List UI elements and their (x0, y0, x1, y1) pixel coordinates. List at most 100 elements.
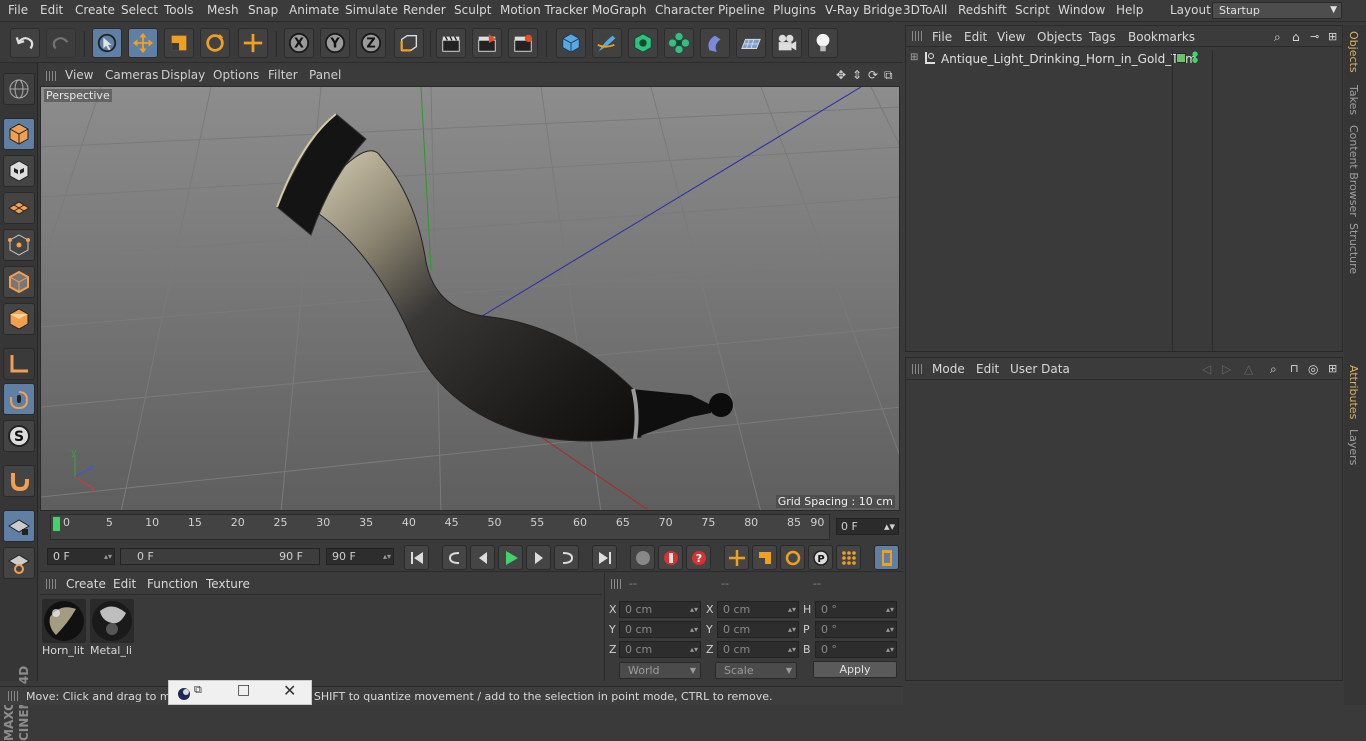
attribute-menu-mode[interactable]: Mode (932, 362, 965, 376)
layer-color-swatch[interactable] (1176, 53, 1186, 63)
tab-objects[interactable]: Objects (1347, 31, 1360, 73)
menu-tools[interactable]: Tools (164, 3, 194, 17)
viewport-camera-label[interactable]: Perspective (44, 89, 112, 102)
live-selection-button[interactable] (92, 28, 122, 58)
model-mode-button[interactable] (3, 118, 35, 150)
object-menu-tags[interactable]: Tags (1089, 30, 1116, 44)
coordinate-system-button[interactable] (394, 28, 424, 58)
go-to-start-button[interactable] (404, 545, 429, 570)
make-editable-button[interactable] (3, 73, 35, 105)
material-menu-texture[interactable]: Texture (206, 577, 250, 591)
back-arrow-icon[interactable]: ◁ (1202, 362, 1211, 376)
size-y-field[interactable]: 0 cm ▴▾ (717, 621, 799, 638)
position-y-field[interactable]: 0 cm ▴▾ (619, 621, 701, 638)
expand-icon[interactable]: ⊞ (910, 52, 918, 63)
key-rotation-button[interactable] (780, 545, 805, 570)
up-arrow-icon[interactable]: △ (1244, 362, 1253, 376)
close-icon[interactable]: ✕ (283, 681, 296, 700)
light-button[interactable] (808, 28, 838, 58)
viewport-3d[interactable]: y z x Perspective Grid Spacing : 10 cm (40, 86, 900, 511)
menu-simulate[interactable]: Simulate (345, 3, 398, 17)
workplane-lock-button[interactable] (3, 510, 35, 542)
material-menu-edit[interactable]: Edit (113, 577, 136, 591)
workplane-button[interactable] (3, 192, 35, 224)
previous-frame-button[interactable] (470, 545, 495, 570)
size-x-field[interactable]: 0 cm ▴▾ (717, 601, 799, 618)
rotation-b-field[interactable]: 0 ° ▴▾ (815, 641, 897, 658)
menu-animate[interactable]: Animate (289, 3, 339, 17)
z-axis-button[interactable]: Z (356, 28, 386, 58)
size-mode-dropdown[interactable]: Scale ▼ (715, 662, 797, 679)
y-axis-button[interactable]: Y (320, 28, 350, 58)
points-mode-button[interactable] (3, 229, 35, 261)
pen-button[interactable] (592, 28, 622, 58)
viewport-menu-filter[interactable]: Filter (268, 68, 298, 82)
new-window-icon[interactable]: ⊞ (1328, 30, 1337, 43)
cloner-button[interactable] (664, 28, 694, 58)
edges-mode-button[interactable] (3, 266, 35, 298)
render-settings-button[interactable] (508, 28, 538, 58)
viewport-zoom-icon[interactable]: ⇕ (852, 68, 862, 82)
end-frame-field[interactable]: 90 F ▴▾ (326, 548, 394, 565)
next-key-button[interactable] (554, 545, 579, 570)
menu-redshift[interactable]: Redshift (958, 3, 1007, 17)
position-z-field[interactable]: 0 cm ▴▾ (619, 641, 701, 658)
menu-select[interactable]: Select (121, 3, 158, 17)
viewport-maximize-icon[interactable]: ⧉ (884, 68, 893, 83)
motion-record-button[interactable] (630, 545, 655, 570)
timeline-ruler[interactable]: 0 5 10 15 20 25 30 35 40 45 50 55 60 65 … (50, 514, 830, 540)
restore-icon[interactable]: ⧉ (194, 683, 202, 697)
material-item[interactable]: Metal_li (90, 599, 134, 657)
polygons-mode-button[interactable] (3, 303, 35, 335)
lock-icon[interactable]: ⊓ (1290, 362, 1299, 375)
autokey-button[interactable]: ? (686, 545, 711, 570)
key-pla-button[interactable] (836, 545, 861, 570)
menu-plugins[interactable]: Plugins (773, 3, 816, 17)
size-z-field[interactable]: 0 cm ▴▾ (717, 641, 799, 658)
viewport-menu-display[interactable]: Display (161, 68, 205, 82)
menu-sculpt[interactable]: Sculpt (454, 3, 491, 17)
recent-tools-button[interactable] (238, 28, 268, 58)
viewport-menu-panel[interactable]: Panel (309, 68, 341, 82)
attribute-menu-edit[interactable]: Edit (976, 362, 999, 376)
render-to-picture-viewer-button[interactable] (472, 28, 502, 58)
record-button[interactable] (658, 545, 683, 570)
redo-button[interactable] (46, 28, 76, 58)
object-menu-edit[interactable]: Edit (964, 30, 987, 44)
x-axis-button[interactable]: X (284, 28, 314, 58)
tab-layers[interactable]: Layers (1347, 429, 1360, 465)
viewport-menu-cameras[interactable]: Cameras (105, 68, 158, 82)
coordinate-space-dropdown[interactable]: World ▼ (619, 662, 701, 679)
timeline-playhead[interactable] (53, 517, 60, 531)
layout-select[interactable]: Startup ▼ (1212, 2, 1342, 19)
scale-button[interactable] (164, 28, 194, 58)
viewport-menu-view[interactable]: View (65, 68, 93, 82)
menu-motion-tracker[interactable]: Motion Tracker (500, 3, 588, 17)
tweak-mode-button[interactable] (3, 383, 35, 415)
floor-button[interactable] (736, 28, 766, 58)
rotation-p-field[interactable]: 0 ° ▴▾ (815, 621, 897, 638)
current-frame-field[interactable]: 0 F ▴▾ (836, 518, 899, 535)
menu-pipeline[interactable]: Pipeline (718, 3, 765, 17)
key-scale-button[interactable] (752, 545, 777, 570)
move-button[interactable] (128, 28, 158, 58)
frame-range-slider[interactable]: 0 F 90 F (120, 548, 320, 565)
previous-key-button[interactable] (442, 545, 467, 570)
attribute-menu-user-data[interactable]: User Data (1010, 362, 1070, 376)
material-menu-create[interactable]: Create (66, 577, 106, 591)
rotate-button[interactable] (200, 28, 230, 58)
menu-file[interactable]: File (8, 3, 28, 17)
menu-render[interactable]: Render (403, 3, 446, 17)
texture-mode-button[interactable] (3, 155, 35, 187)
tab-takes[interactable]: Takes (1347, 85, 1360, 115)
object-name[interactable]: Antique_Light_Drinking_Horn_in_Gold_Trim (941, 52, 1197, 66)
object-row[interactable]: ⊞ Antique_Light_Drinking_Horn_in_Gold_Tr… (906, 50, 1342, 352)
menu-mograph[interactable]: MoGraph (592, 3, 647, 17)
rotation-h-field[interactable]: 0 ° ▴▾ (815, 601, 897, 618)
object-menu-view[interactable]: View (997, 30, 1025, 44)
menu-vray-bridge[interactable]: V-Ray Bridge (825, 3, 902, 17)
start-frame-field[interactable]: 0 F ▴▾ (47, 548, 115, 565)
maximize-icon[interactable]: □ (237, 682, 250, 698)
magnet-button[interactable] (3, 465, 35, 497)
viewport-menu-options[interactable]: Options (213, 68, 259, 82)
